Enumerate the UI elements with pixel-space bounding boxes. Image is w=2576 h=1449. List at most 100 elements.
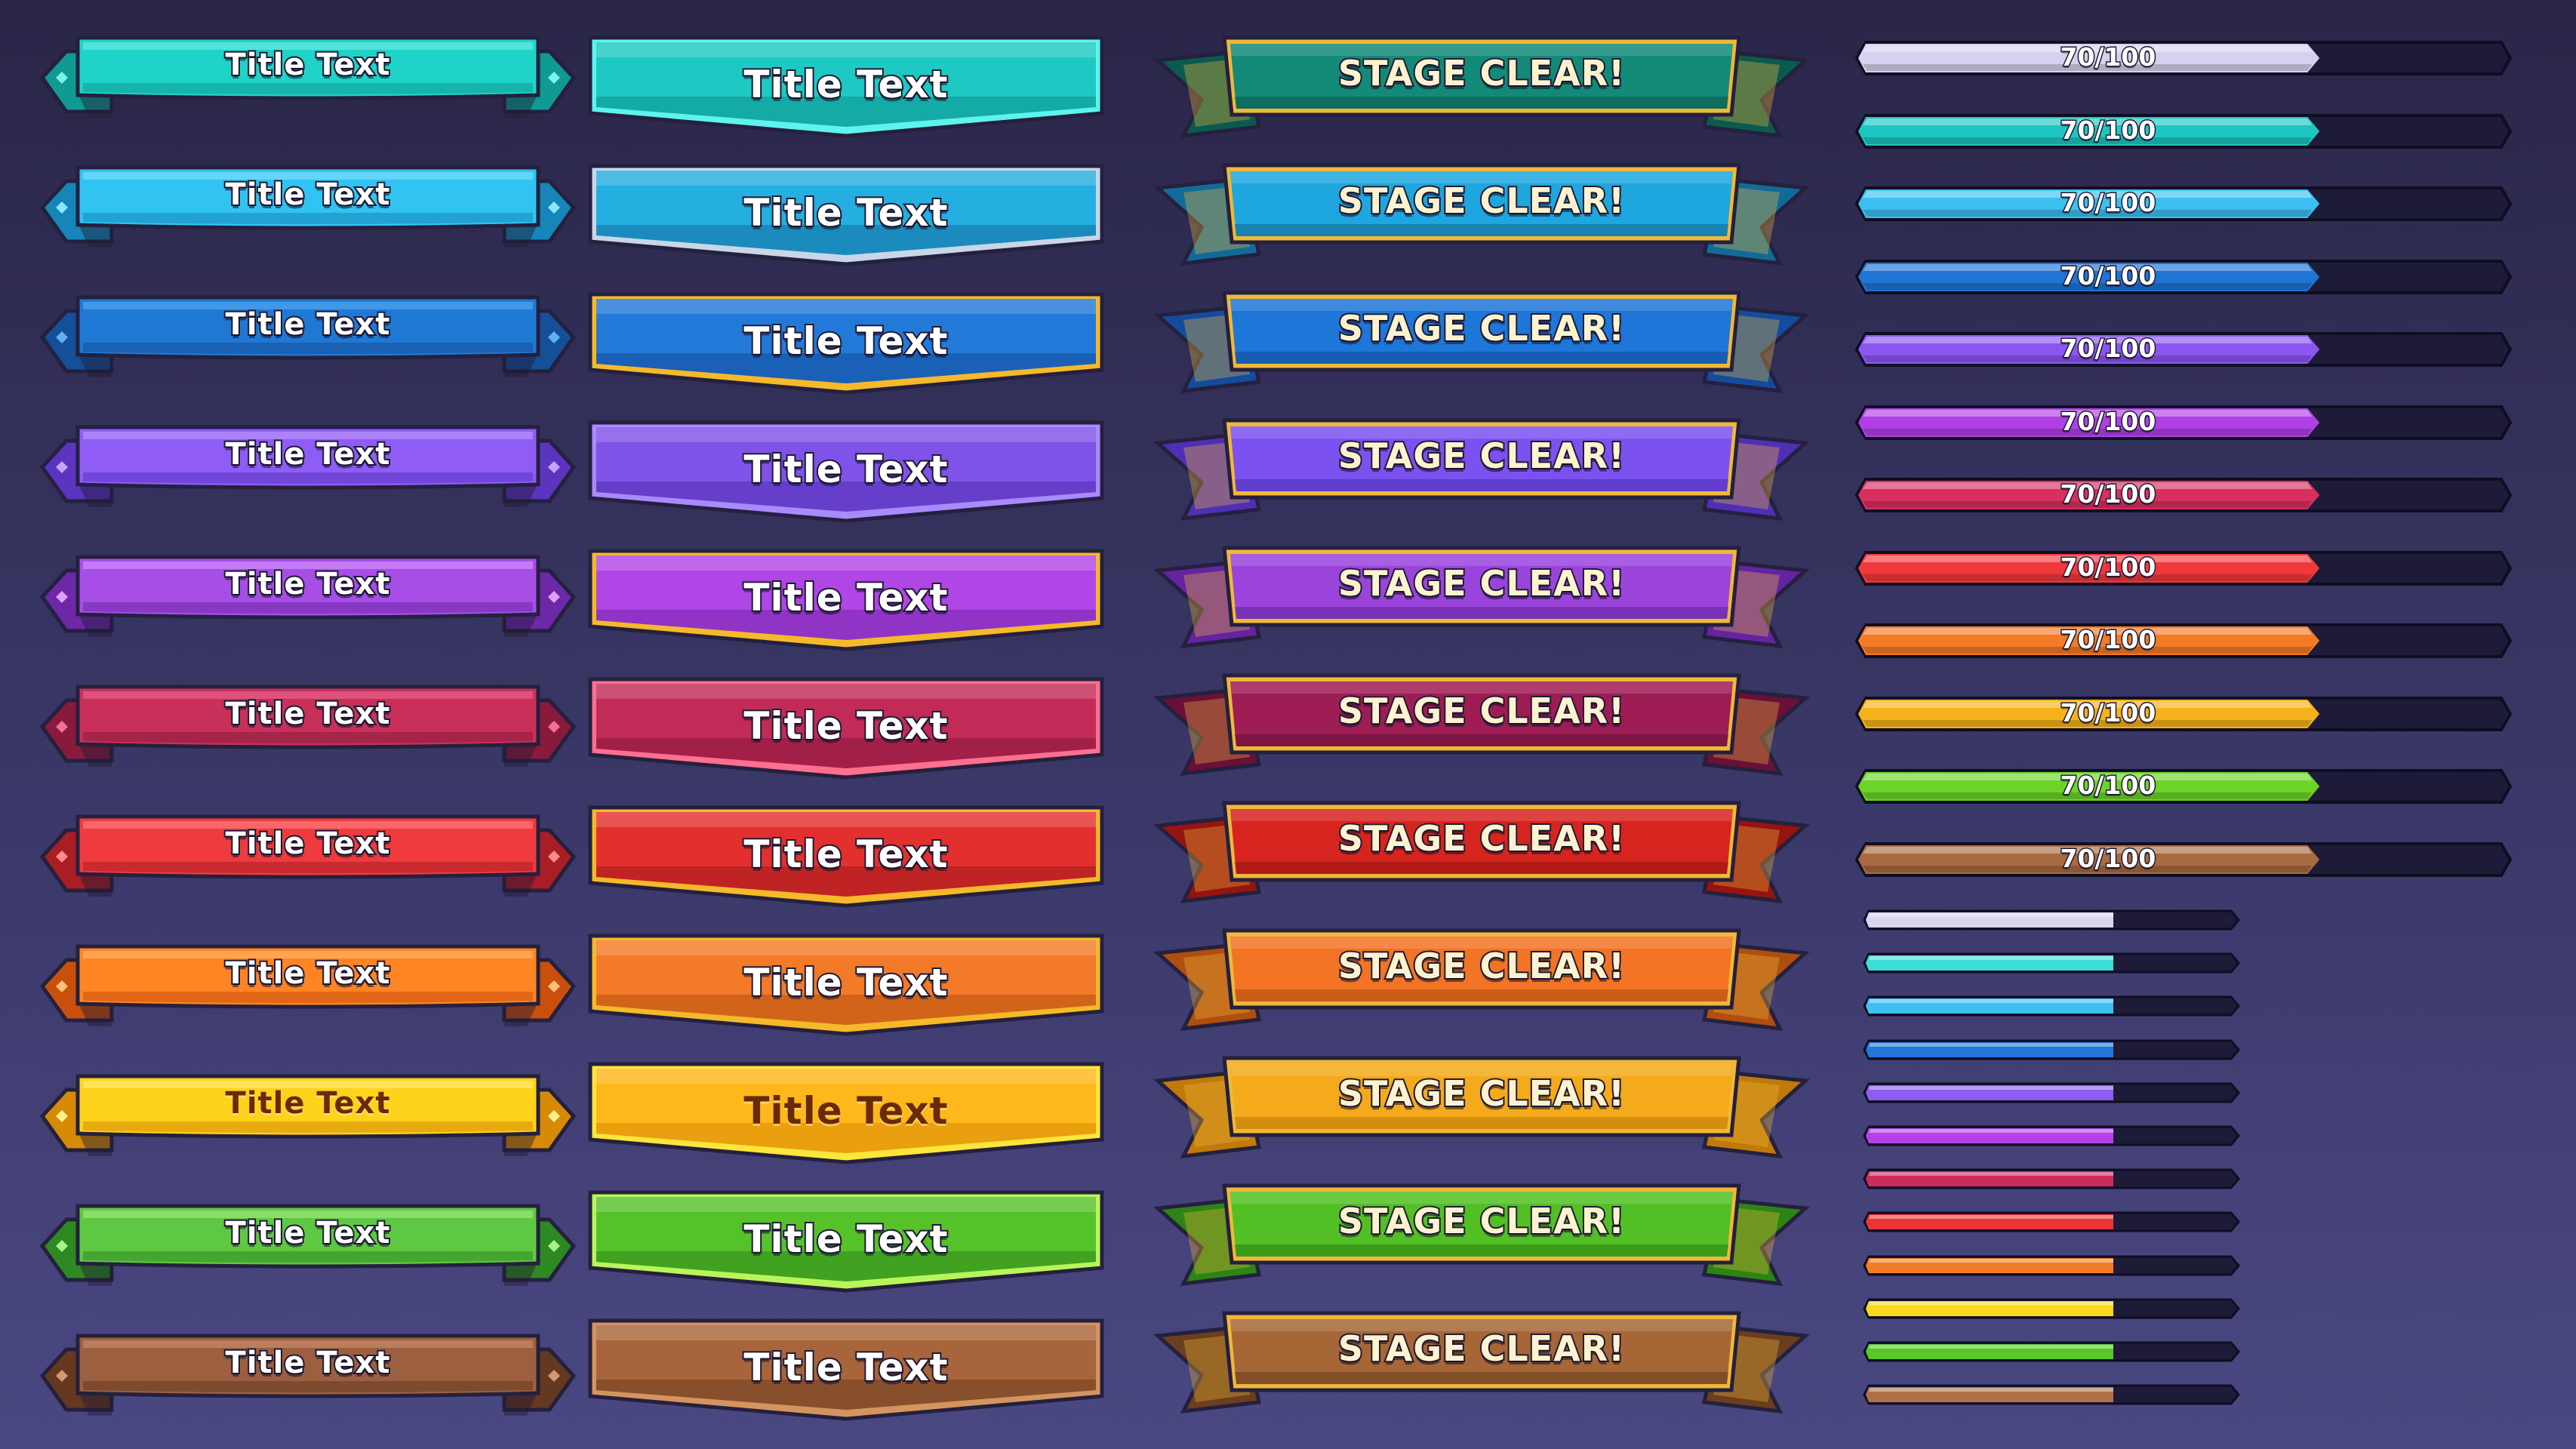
progress-value-text: 70/100 <box>2059 697 2157 728</box>
progress-bar-large: 70/100 <box>1854 39 2513 77</box>
banner-label: STAGE CLEAR! <box>1337 561 1626 605</box>
banner-label: Title Text <box>742 61 949 108</box>
banner-label: Title Text <box>224 306 392 343</box>
banner-label: Title Text <box>742 1216 949 1263</box>
banner-label: Title Text <box>224 1344 392 1382</box>
banner-label: Title Text <box>742 1344 949 1391</box>
banner-label: Title Text <box>224 1214 392 1252</box>
progress-bar-large: 70/100 <box>1854 768 2513 805</box>
banner-label: Title Text <box>742 446 949 493</box>
progress-value-text: 70/100 <box>2059 333 2157 365</box>
banner-label: Title Text <box>224 825 392 863</box>
stage-clear-banner: STAGE CLEAR! <box>1153 668 1810 781</box>
ribbon-banner: Title Text <box>36 937 580 1035</box>
banner-label: STAGE CLEAR! <box>1337 51 1626 95</box>
banner-label: Title Text <box>743 1089 949 1133</box>
banner-label: STAGE CLEAR! <box>1337 689 1626 733</box>
stage-clear-banner: STAGE CLEAR! <box>1153 795 1810 909</box>
plate-banner: Title Text <box>586 160 1106 273</box>
plate-banner: Title Text <box>586 417 1106 530</box>
progress-bar-small <box>1863 1340 2240 1363</box>
plate-banner: Title Text <box>586 673 1106 786</box>
banner-label: Title Text <box>224 435 392 473</box>
banner-label: Title Text <box>224 695 392 733</box>
progress-value-text: 70/100 <box>2059 551 2157 583</box>
stage-clear-banner: STAGE CLEAR! <box>1153 158 1810 271</box>
progress-bar-small <box>1863 1124 2240 1147</box>
ribbon-banner: Title Text <box>36 1327 580 1425</box>
stage-clear-banner: STAGE CLEAR! <box>1153 1051 1810 1164</box>
banner-label: Title Text <box>224 565 392 603</box>
banner-label: Title Text <box>742 574 949 621</box>
progress-value-text: 70/100 <box>2059 187 2157 219</box>
banner-label: Title Text <box>224 955 392 992</box>
banner-label: Title Text <box>224 46 392 84</box>
banner-label: Title Text <box>742 703 949 749</box>
plate-banner: Title Text <box>586 801 1106 915</box>
progress-bar-large: 70/100 <box>1854 331 2513 368</box>
progress-bar-large: 70/100 <box>1854 258 2513 296</box>
plate-banner: Title Text <box>586 1058 1106 1171</box>
banner-label: Title Text <box>225 1086 391 1121</box>
stage-clear-banner: STAGE CLEAR! <box>1153 540 1810 654</box>
progress-value-text: 70/100 <box>2059 624 2157 656</box>
ribbon-banner: Title Text <box>36 418 580 516</box>
plate-banner: Title Text <box>586 545 1106 658</box>
stage-clear-banner: STAGE CLEAR! <box>1153 413 1810 526</box>
stage-clear-banner: STAGE CLEAR! <box>1153 30 1810 143</box>
stage-clear-banner: STAGE CLEAR! <box>1153 1178 1810 1291</box>
progress-value-text: 70/100 <box>2059 260 2157 291</box>
progress-bar-small <box>1863 952 2240 974</box>
progress-value-text: 70/100 <box>2059 842 2157 874</box>
progress-bar-large: 70/100 <box>1854 841 2513 878</box>
progress-bar-small <box>1863 1168 2240 1190</box>
banner-label: STAGE CLEAR! <box>1337 944 1626 988</box>
plate-banner: Title Text <box>586 1315 1106 1428</box>
stage-clear-banner: STAGE CLEAR! <box>1153 1306 1810 1419</box>
progress-bar-small <box>1863 1297 2240 1320</box>
plate-banner: Title Text <box>586 930 1106 1043</box>
progress-bar-large: 70/100 <box>1854 695 2513 733</box>
progress-bar-small <box>1863 1383 2240 1406</box>
progress-bar-small <box>1863 1081 2240 1104</box>
ribbon-banner: Title Text <box>36 29 580 127</box>
progress-bar-large: 70/100 <box>1854 404 2513 441</box>
banner-label: STAGE CLEAR! <box>1337 1072 1626 1115</box>
progress-value-text: 70/100 <box>2059 405 2157 437</box>
progress-bar-large: 70/100 <box>1854 622 2513 660</box>
progress-bar-large: 70/100 <box>1854 476 2513 514</box>
plate-banner: Title Text <box>586 288 1106 401</box>
progress-bar-small <box>1863 1211 2240 1233</box>
banner-label: Title Text <box>224 176 392 214</box>
ribbon-banner: Title Text <box>36 1197 580 1295</box>
banner-label: STAGE CLEAR! <box>1337 179 1626 223</box>
progress-bar-small <box>1863 909 2240 931</box>
banner-sheet: Title Text Title Text Title Text Title Text… <box>0 0 2576 1449</box>
ribbon-banner: Title Text <box>36 678 580 776</box>
plate-banner: Title Text <box>586 1186 1106 1300</box>
banner-label: Title Text <box>742 189 949 236</box>
banner-label: Title Text <box>742 831 949 878</box>
banner-label: STAGE CLEAR! <box>1337 1327 1626 1371</box>
ribbon-banner: Title Text <box>36 1067 580 1165</box>
stage-clear-banner: STAGE CLEAR! <box>1153 285 1810 398</box>
ribbon-banner: Title Text <box>36 808 580 906</box>
banner-label: Title Text <box>742 318 949 365</box>
progress-bar-large: 70/100 <box>1854 549 2513 587</box>
progress-bar-large: 70/100 <box>1854 112 2513 150</box>
ribbon-banner: Title Text <box>36 288 580 386</box>
progress-value-text: 70/100 <box>2059 114 2157 146</box>
progress-bar-large: 70/100 <box>1854 185 2513 223</box>
banner-label: STAGE CLEAR! <box>1337 306 1626 350</box>
plate-banner: Title Text <box>586 32 1106 145</box>
progress-bar-small <box>1863 995 2240 1017</box>
banner-label: STAGE CLEAR! <box>1337 817 1626 860</box>
progress-value-text: 70/100 <box>2059 42 2157 73</box>
ribbon-banner: Title Text <box>36 158 580 257</box>
banner-label: Title Text <box>742 959 949 1006</box>
progress-bar-small <box>1863 1038 2240 1061</box>
banner-label: STAGE CLEAR! <box>1337 1199 1626 1243</box>
progress-bar-small <box>1863 1254 2240 1277</box>
ribbon-banner: Title Text <box>36 548 580 646</box>
progress-value-text: 70/100 <box>2059 478 2157 510</box>
